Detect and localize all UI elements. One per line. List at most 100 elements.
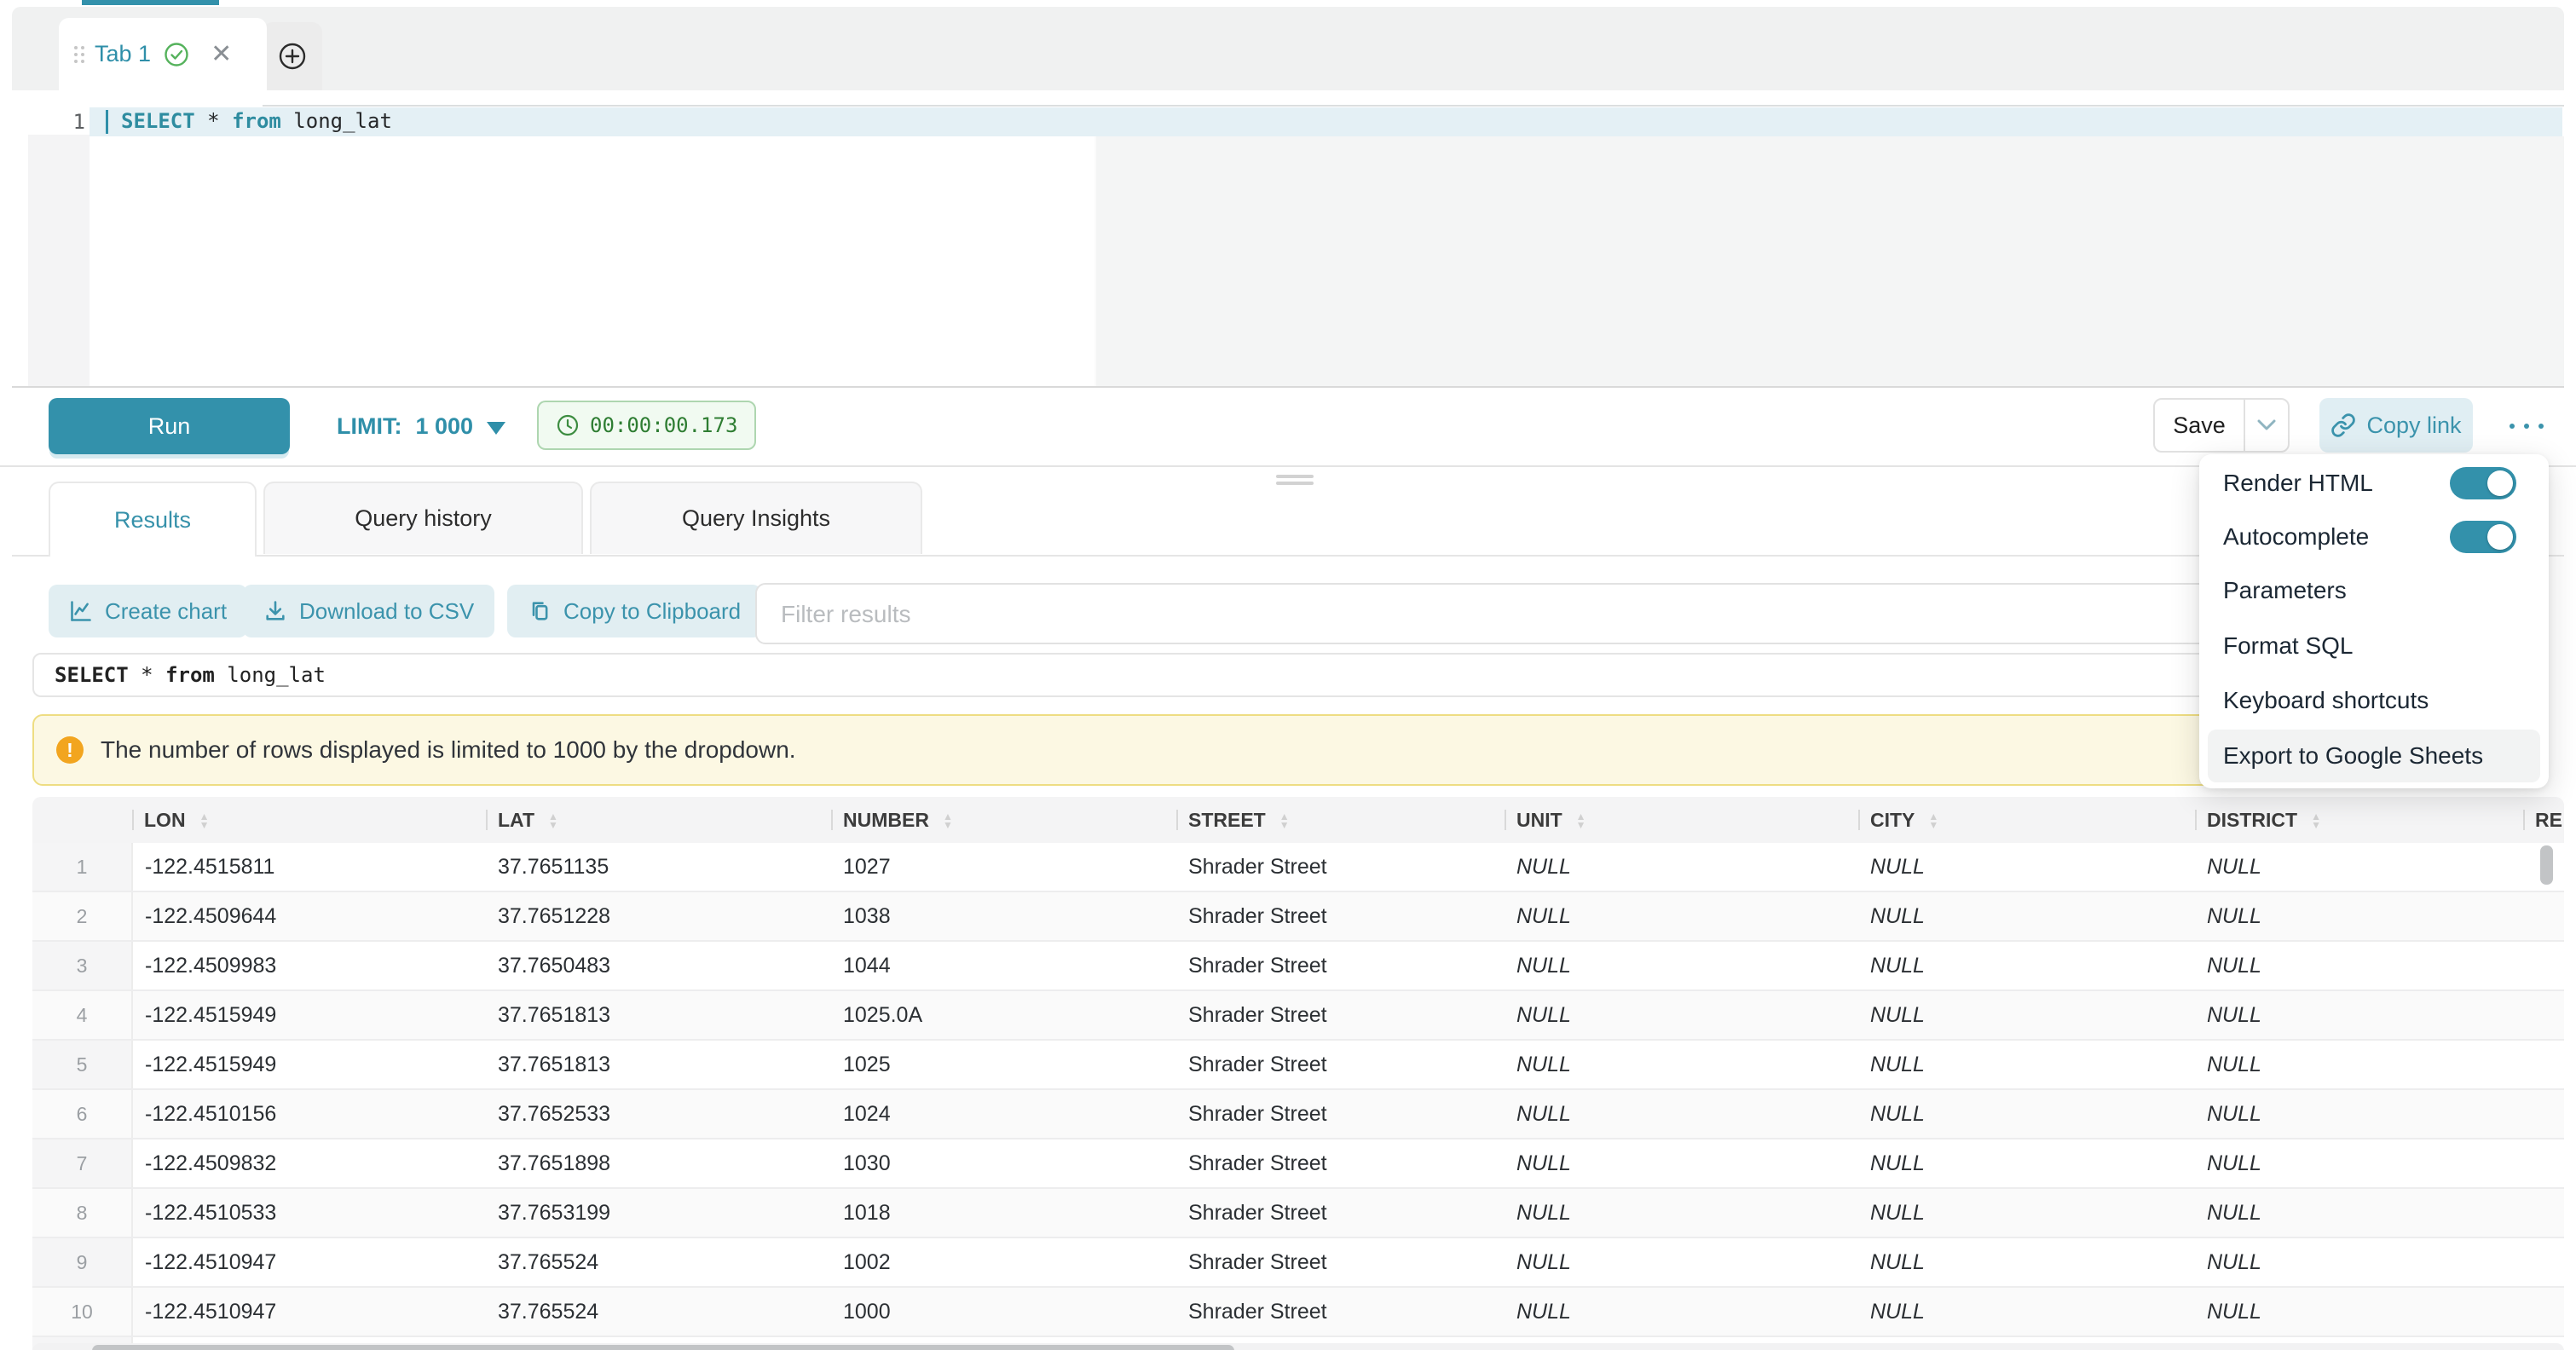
table-row[interactable]: 4-122.451594937.76518131025.0AShrader St…: [32, 990, 2564, 1040]
tab-1[interactable]: Tab 1 ✕: [59, 18, 267, 90]
active-line-highlight: [90, 107, 2562, 136]
sql-editor[interactable]: 1 SELECT * from long_lat: [12, 90, 2564, 388]
table-cell: [2523, 1089, 2564, 1139]
save-button[interactable]: Save: [2155, 400, 2244, 451]
sort-icon[interactable]: ▲▼: [2311, 812, 2321, 829]
tab-results[interactable]: Results: [49, 482, 257, 557]
sql-keyword: SELECT: [121, 109, 195, 133]
table-cell: -122.4509983: [132, 941, 486, 990]
table-cell: NULL: [2195, 1040, 2523, 1089]
download-icon: [263, 599, 287, 623]
horizontal-scrollbar-thumb[interactable]: [92, 1345, 1234, 1350]
table-cell: 1025.0A: [831, 990, 1176, 1040]
table-row[interactable]: 10-122.451094737.7655241000Shrader Stree…: [32, 1287, 2564, 1336]
column-header-number[interactable]: NUMBER▲▼: [831, 797, 1176, 843]
table-row[interactable]: 1-122.451581137.76511351027Shrader Stree…: [32, 843, 2564, 891]
menu-item-keyboard-shortcuts[interactable]: Keyboard shortcuts: [2199, 674, 2549, 727]
sort-icon[interactable]: ▲▼: [1928, 812, 1938, 829]
table-row[interactable]: 3-122.450998337.76504831044Shrader Stree…: [32, 941, 2564, 990]
table-cell: 37.7650483: [486, 941, 831, 990]
download-csv-button[interactable]: Download to CSV: [243, 585, 494, 638]
vertical-scrollbar-thumb[interactable]: [2540, 845, 2553, 885]
menu-item-autocomplete[interactable]: Autocomplete: [2199, 511, 2549, 563]
column-header-lon[interactable]: LON▲▼: [132, 797, 486, 843]
column-header-lat[interactable]: LAT▲▼: [486, 797, 831, 843]
sort-icon[interactable]: ▲▼: [199, 812, 210, 829]
table-cell: 1025: [831, 1040, 1176, 1089]
row-number: 2: [32, 891, 132, 941]
table-cell: Shrader Street: [1176, 1139, 1505, 1188]
menu-item-format-sql[interactable]: Format SQL: [2199, 620, 2549, 672]
table-cell: [2523, 1188, 2564, 1238]
column-header-street[interactable]: STREET▲▼: [1176, 797, 1505, 843]
table-cell: Shrader Street: [1176, 1040, 1505, 1089]
table-cell: -122.4515949: [132, 990, 486, 1040]
menu-item-parameters[interactable]: Parameters: [2199, 564, 2549, 617]
more-options-button[interactable]: [2510, 424, 2544, 429]
copy-link-button[interactable]: Copy link: [2319, 398, 2473, 453]
save-options-button[interactable]: [2244, 400, 2288, 451]
tab-query-insights[interactable]: Query Insights: [590, 482, 922, 554]
table-cell: NULL: [1858, 843, 2195, 891]
row-number: 1: [32, 843, 132, 891]
sql-keyword: from: [232, 109, 281, 133]
elapsed-timer-badge: 00:00:00.173: [537, 401, 756, 450]
column-divider: [1176, 810, 1178, 830]
toggle-knob: [2487, 470, 2513, 496]
table-row[interactable]: 6-122.451015637.76525331024Shrader Stree…: [32, 1089, 2564, 1139]
saved-check-icon: [163, 41, 190, 68]
table-cell: NULL: [1858, 891, 2195, 941]
executed-query-preview: SELECT * from long_lat: [32, 653, 2547, 697]
run-button[interactable]: Run: [49, 398, 290, 454]
table-cell: 1030: [831, 1139, 1176, 1188]
table-cell: NULL: [1505, 1287, 1858, 1336]
table-cell: NULL: [1858, 1089, 2195, 1139]
drag-handle-icon[interactable]: [74, 46, 84, 63]
column-header-unit[interactable]: UNIT▲▼: [1505, 797, 1858, 843]
table-row[interactable]: 8-122.451053337.76531991018Shrader Stree…: [32, 1188, 2564, 1238]
column-header-district[interactable]: DISTRICT▲▼: [2195, 797, 2523, 843]
close-tab-icon[interactable]: ✕: [211, 42, 232, 67]
sort-icon[interactable]: ▲▼: [1279, 812, 1290, 829]
table-cell: Shrader Street: [1176, 990, 1505, 1040]
table-row[interactable]: 5-122.451594937.76518131025Shrader Stree…: [32, 1040, 2564, 1089]
column-header-city[interactable]: CITY▲▼: [1858, 797, 2195, 843]
table-row[interactable]: 7-122.450983237.76518981030Shrader Stree…: [32, 1139, 2564, 1188]
table-cell: 37.7653199: [486, 1188, 831, 1238]
tab-query-history[interactable]: Query history: [263, 482, 583, 554]
table-cell: 1002: [831, 1238, 1176, 1287]
column-header-re[interactable]: RE: [2523, 797, 2564, 843]
column-divider: [1858, 810, 1860, 830]
save-split-button: Save: [2153, 398, 2290, 453]
tab-label: Tab 1: [95, 41, 151, 67]
render-html-toggle[interactable]: [2450, 467, 2516, 499]
table-cell: NULL: [1505, 941, 1858, 990]
table-cell: NULL: [2195, 1238, 2523, 1287]
table-cell: NULL: [1505, 1040, 1858, 1089]
table-cell: NULL: [1858, 1188, 2195, 1238]
sort-icon[interactable]: ▲▼: [548, 812, 558, 829]
menu-item-render-html[interactable]: Render HTML: [2199, 457, 2549, 510]
table-cell: [2523, 990, 2564, 1040]
table-row[interactable]: 9-122.451094737.7655241002Shrader Street…: [32, 1238, 2564, 1287]
row-number: 4: [32, 990, 132, 1040]
sort-icon[interactable]: ▲▼: [943, 812, 953, 829]
add-tab-button[interactable]: [263, 22, 322, 90]
row-number: 7: [32, 1139, 132, 1188]
table-cell: -122.4510947: [132, 1287, 486, 1336]
options-dropdown-menu: Render HTML Autocomplete Parameters Form…: [2199, 454, 2549, 788]
create-chart-button[interactable]: Create chart: [49, 585, 247, 638]
autocomplete-toggle[interactable]: [2450, 521, 2516, 553]
plus-circle-icon: [276, 40, 309, 72]
table-cell: NULL: [2195, 843, 2523, 891]
menu-item-export-google-sheets[interactable]: Export to Google Sheets: [2208, 730, 2540, 782]
sql-table-name: long_lat: [281, 109, 392, 133]
row-number: 9: [32, 1238, 132, 1287]
table-cell: NULL: [1858, 1238, 2195, 1287]
copy-to-clipboard-button[interactable]: Copy to Clipboard: [507, 585, 761, 638]
horizontal-scrollbar[interactable]: [32, 1343, 2564, 1350]
limit-dropdown[interactable]: LIMIT: 1 000: [337, 398, 505, 454]
sort-icon[interactable]: ▲▼: [1576, 812, 1586, 829]
table-row[interactable]: 2-122.450964437.76512281038Shrader Stree…: [32, 891, 2564, 941]
editor-side-panel: [1095, 136, 2564, 386]
